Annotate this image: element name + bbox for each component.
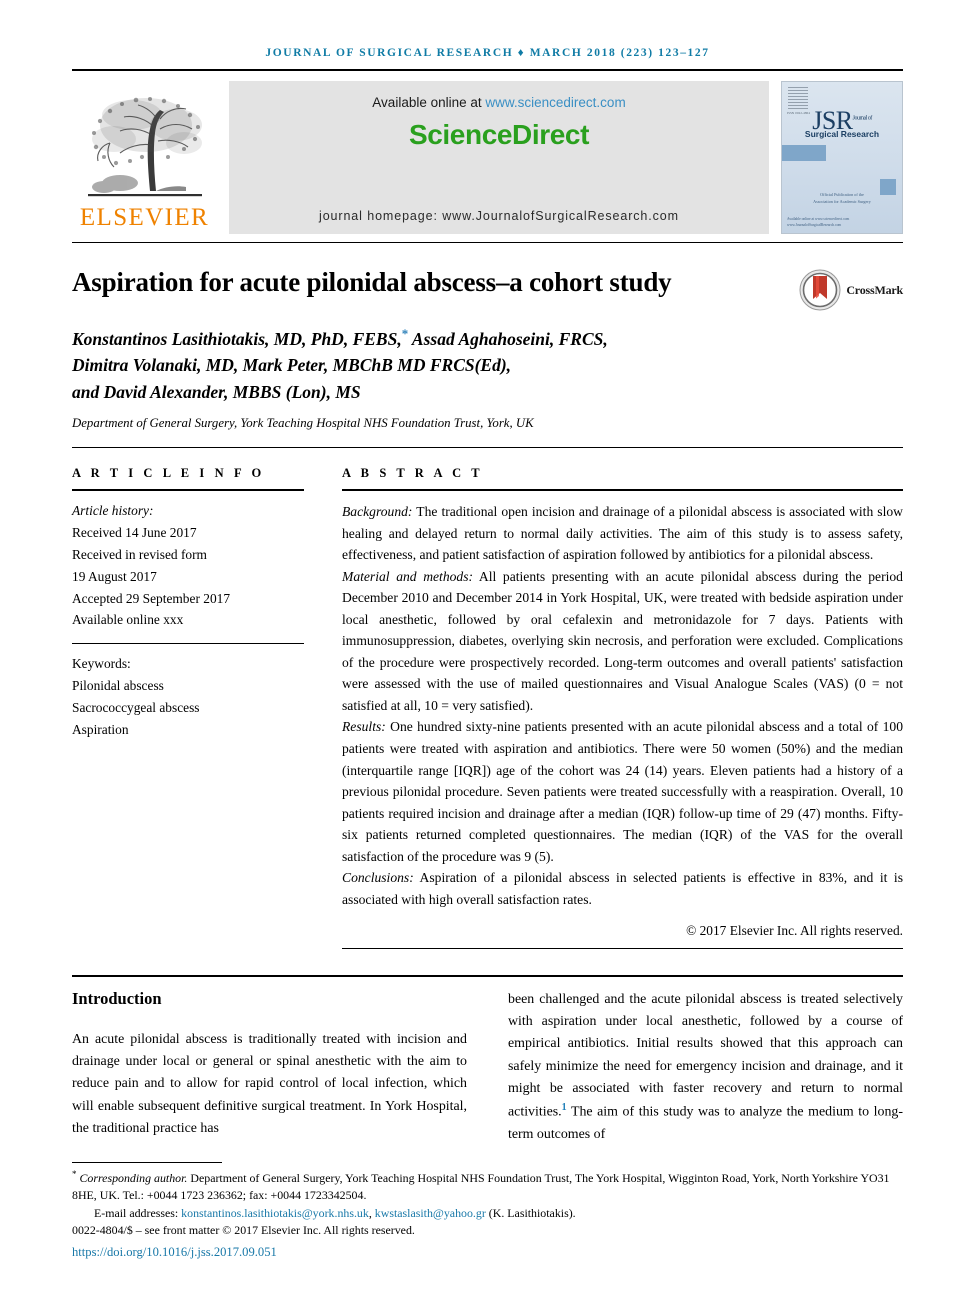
footnote-star-icon: * — [72, 1168, 77, 1179]
crossmark-label: CrossMark — [846, 282, 903, 297]
crossmark-badge[interactable]: CrossMark — [799, 269, 903, 311]
introduction-paragraph-left: An acute pilonidal abscess is traditiona… — [72, 1032, 467, 1136]
abstract-copyright: © 2017 Elsevier Inc. All rights reserved… — [686, 923, 903, 939]
corresponding-author-label: Corresponding author. — [79, 1170, 188, 1185]
article-history-label: Article history: — [72, 503, 154, 519]
body-column-left: Introduction An acute pilonidal abscess … — [72, 989, 467, 1145]
abstract-heading: A B S T R A C T — [342, 466, 484, 481]
footnote-rule — [72, 1161, 222, 1163]
abstract-paragraph: Conclusions: Aspiration of a pilonidal a… — [342, 867, 903, 910]
elsevier-wordmark: ELSEVIER — [79, 204, 210, 231]
available-online-line: Available online at www.sciencedirect.co… — [229, 81, 769, 110]
cover-subtitle: Surgical Research — [804, 129, 880, 139]
keyword-item: Aspiration — [72, 721, 129, 737]
doi-link[interactable]: https://doi.org/10.1016/j.jss.2017.09.05… — [72, 1243, 903, 1262]
article-info-column: A R T I C L E I N F O Article history: R… — [72, 466, 304, 949]
masthead: ELSEVIER Available online at www.science… — [72, 81, 903, 234]
masthead-rule — [72, 242, 903, 243]
abstract-lead: Conclusions: — [342, 870, 414, 886]
journal-cover-thumbnail[interactable]: ISSN 0022-4804 JSRJournal of Surgical Re… — [781, 81, 903, 234]
abstract-bottom-rule — [342, 948, 903, 950]
introduction-paragraph-right: been challenged and the acute pilonidal … — [508, 989, 903, 1145]
history-item: Received 14 June 2017 — [72, 525, 197, 540]
section-heading-introduction: Introduction — [72, 989, 162, 1009]
article-history-block: Article history: Received 14 June 2017 R… — [72, 491, 304, 631]
email-owner: (K. Lasithiotakis). — [485, 1205, 576, 1220]
article-page: JOURNAL OF SURGICAL RESEARCH ♦ MARCH 201… — [0, 0, 975, 1305]
footnote-block: * Corresponding author. Department of Ge… — [72, 1168, 903, 1261]
email-label: E-mail addresses: — [94, 1205, 182, 1220]
intro-right-b: The aim of this study was to analyze the… — [508, 1104, 903, 1142]
affiliation: Department of General Surgery, York Teac… — [72, 416, 534, 431]
keyword-item: Sacrococcygeal abscess — [72, 699, 200, 715]
abstract-paragraph: Results: One hundred sixty-nine patients… — [342, 716, 903, 867]
keywords-label: Keywords: — [72, 656, 131, 672]
elsevier-logo: ELSEVIER — [72, 81, 217, 234]
sciencedirect-wordmark: ScienceDirect — [408, 119, 589, 150]
available-online-prefix: Available online at — [372, 95, 486, 110]
abstract-text: The traditional open incision and draina… — [342, 504, 903, 563]
author-list: Konstantinos Lasithiotakis, MD, PhD, FEB… — [72, 324, 903, 406]
elsevier-tree-icon — [80, 91, 210, 203]
cover-footer-text: Available online at www.sciencedirect.co… — [787, 216, 850, 227]
body-column-gap — [467, 989, 508, 1145]
author-line-3: and David Alexander, MBBS (Lon), MS — [72, 381, 361, 402]
sciencedirect-link[interactable]: www.sciencedirect.com — [485, 95, 625, 110]
abstract-text: All patients presenting with an acute pi… — [342, 568, 903, 713]
journal-homepage-line: journal homepage: www.JournalofSurgicalR… — [319, 209, 679, 223]
abstract-text: One hundred sixty-nine patients presente… — [342, 719, 903, 864]
column-gap — [304, 466, 342, 949]
running-head: JOURNAL OF SURGICAL RESEARCH ♦ MARCH 201… — [265, 47, 710, 59]
email-link-secondary[interactable]: kwstaslasith@yahoo.gr — [375, 1206, 486, 1220]
article-info-heading: A R T I C L E I N F O — [72, 466, 265, 481]
abstract-lead: Material and methods: — [342, 568, 474, 584]
author-line-1: Konstantinos Lasithiotakis, MD, PhD, FEB… — [72, 325, 608, 349]
abstract-lead: Results: — [342, 719, 386, 735]
page-title: Aspiration for acute pilonidal abscess–a… — [72, 267, 672, 297]
issn-copyright-line: 0022-4804/$ – see front matter © 2017 El… — [72, 1223, 415, 1238]
body-column-right: been challenged and the acute pilonidal … — [508, 989, 903, 1145]
keyword-item: Pilonidal abscess — [72, 678, 164, 694]
abstract-column: A B S T R A C T Background: The traditio… — [342, 466, 903, 950]
cover-bar-left — [782, 145, 826, 161]
keywords-block: Keywords: Pilonidal abscess Sacrococcyge… — [72, 644, 304, 740]
sciencedirect-banner: Available online at www.sciencedirect.co… — [229, 81, 769, 234]
abstract-text: Aspiration of a pilonidal abscess in sel… — [342, 870, 903, 907]
info-abstract-columns: A R T I C L E I N F O Article history: R… — [72, 466, 903, 950]
intro-right-a: been challenged and the acute pilonidal … — [508, 992, 903, 1120]
abstract-lead: Background: — [342, 504, 413, 520]
cover-mid-text: Official Publication of the Association … — [813, 192, 871, 204]
title-area: Aspiration for acute pilonidal abscess–a… — [72, 265, 903, 311]
history-item: Available online xxx — [72, 612, 184, 628]
history-item: Accepted 29 September 2017 — [72, 590, 231, 606]
email-link-primary[interactable]: konstantinos.lasithiotakis@york.nhs.uk — [181, 1206, 369, 1220]
email-footnote: E-mail addresses: konstantinos.lasithiot… — [72, 1205, 903, 1223]
author-line-2: Dimitra Volanaki, MD, Mark Peter, MBChB … — [72, 354, 512, 375]
abstract-paragraph: Background: The traditional open incisio… — [342, 501, 903, 566]
history-item: Received in revised form — [72, 546, 207, 562]
running-head-rule — [72, 69, 903, 71]
abstract-paragraph: Material and methods: All patients prese… — [342, 566, 903, 717]
body-columns: Introduction An acute pilonidal abscess … — [72, 977, 903, 1145]
crossmark-icon — [799, 269, 841, 311]
corresponding-author-address: Department of General Surgery, York Teac… — [72, 1170, 890, 1203]
abstract-body: Background: The traditional open incisio… — [342, 491, 903, 910]
corresponding-author-footnote: * Corresponding author. Department of Ge… — [72, 1168, 903, 1205]
history-item: 19 August 2017 — [72, 568, 157, 584]
title-rule — [72, 447, 903, 449]
